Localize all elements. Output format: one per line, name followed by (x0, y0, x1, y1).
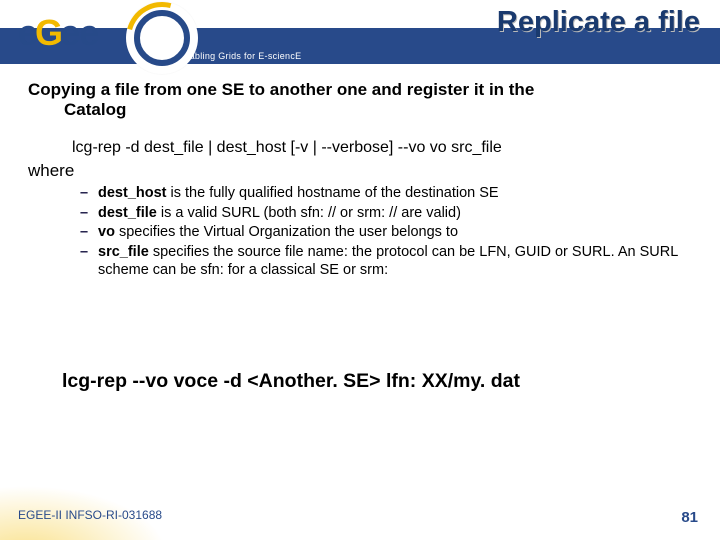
bullet-text: src_file specifies the source file name:… (98, 244, 692, 279)
bullet-list: – dest_host is the fully qualified hostn… (28, 185, 692, 279)
dash-icon: – (80, 244, 98, 262)
logo-letter: G (35, 12, 62, 54)
command-syntax: lcg-rep -d dest_file | dest_host [-v | -… (28, 139, 692, 157)
bullet-text: dest_host is the fully qualified hostnam… (98, 185, 692, 203)
bullet-text: vo specifies the Virtual Organization th… (98, 224, 692, 242)
heading-line1: Copying a file from one SE to another on… (28, 80, 534, 99)
slide-title: Replicate a file (200, 6, 700, 39)
bullet-text: dest_file is a valid SURL (both sfn: // … (98, 205, 692, 223)
dash-icon: – (80, 224, 98, 242)
dash-icon: – (80, 205, 98, 223)
section-heading: Copying a file from one SE to another on… (28, 80, 692, 119)
heading-line2: Catalog (28, 100, 692, 120)
dash-icon: – (80, 185, 98, 203)
list-item: – vo specifies the Virtual Organization … (80, 224, 692, 242)
body: Copying a file from one SE to another on… (28, 80, 692, 282)
list-item: – dest_file is a valid SURL (both sfn: /… (80, 205, 692, 223)
logo-letter: e (60, 12, 79, 54)
tagline: Enabling Grids for E-sciencE (178, 51, 301, 61)
slide: Replicate a file Replicate a file Enabli… (0, 0, 720, 540)
where-label: where (28, 161, 692, 181)
footer-id: EGEE-II INFSO-RI-031688 (18, 508, 162, 522)
logo-text: eGee (18, 12, 98, 54)
logo-letter: e (79, 12, 98, 54)
list-item: – src_file specifies the source file nam… (80, 244, 692, 279)
list-item: – dest_host is the fully qualified hostn… (80, 185, 692, 203)
example-command: lcg-rep --vo voce -d <Another. SE> lfn: … (62, 370, 520, 393)
egee-logo: eGee (18, 6, 168, 61)
page-number: 81 (681, 509, 698, 526)
logo-arc-icon (113, 0, 211, 87)
